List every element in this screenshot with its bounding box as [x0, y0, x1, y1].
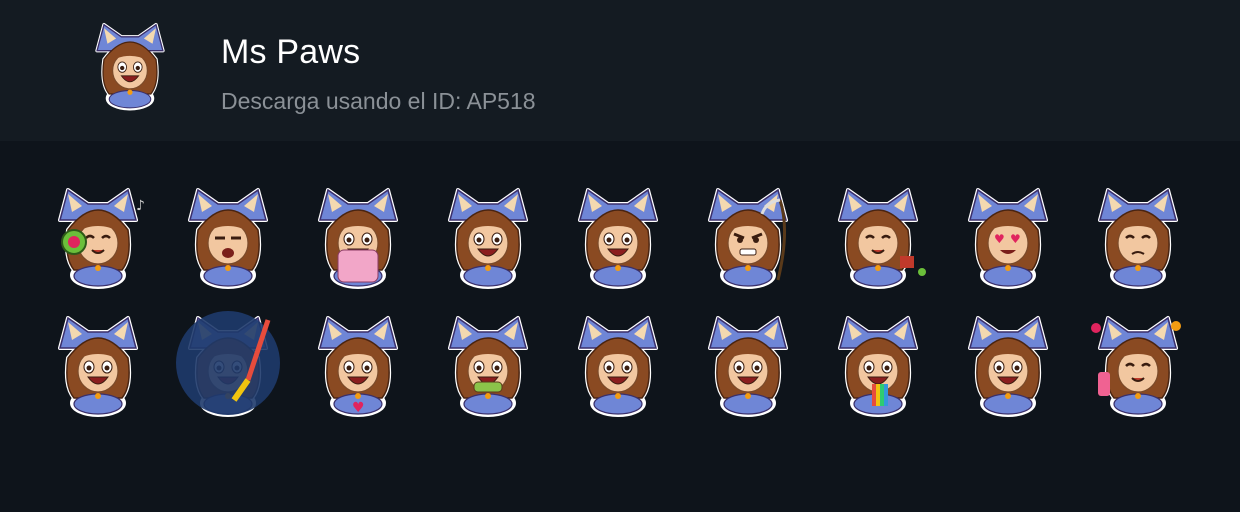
- pack-cover-sticker: [78, 16, 182, 122]
- svg-text:♥: ♥: [1010, 232, 1021, 246]
- sticker-hood-down[interactable]: [1078, 180, 1198, 290]
- sticker-sleepy[interactable]: [168, 180, 288, 290]
- sticker-surprised[interactable]: [428, 180, 548, 290]
- sticker-laughing-tears[interactable]: [558, 180, 678, 290]
- svg-text:♥: ♥: [352, 400, 365, 416]
- sticker-grimace[interactable]: [38, 308, 158, 418]
- sticker-yelling-heart[interactable]: ♥: [298, 308, 418, 418]
- sticker-blanket[interactable]: [298, 180, 418, 290]
- pack-title: Ms Paws: [221, 33, 361, 71]
- svg-text:♥: ♥: [994, 232, 1005, 246]
- sticker-lying-down[interactable]: [688, 308, 808, 418]
- sticker-headphones[interactable]: ♪: [38, 180, 158, 290]
- sticker-scythe[interactable]: [688, 180, 808, 290]
- sticker-eating[interactable]: [428, 308, 548, 418]
- sticker-rainbow[interactable]: [818, 308, 938, 418]
- pack-download-id: Descarga usando el ID: AP518: [221, 88, 536, 114]
- pack-header: Ms Paws Descarga usando el ID: AP518: [0, 0, 1240, 141]
- sticker-running-hearts[interactable]: ♥ ♥: [948, 180, 1068, 290]
- sticker-sweets[interactable]: [1078, 308, 1198, 418]
- sticker-shiver[interactable]: [558, 308, 678, 418]
- svg-text:♪: ♪: [136, 198, 145, 214]
- sticker-fallen[interactable]: [948, 308, 1068, 418]
- sticker-rocket[interactable]: [168, 308, 288, 418]
- sticker-watering-can[interactable]: [818, 180, 938, 290]
